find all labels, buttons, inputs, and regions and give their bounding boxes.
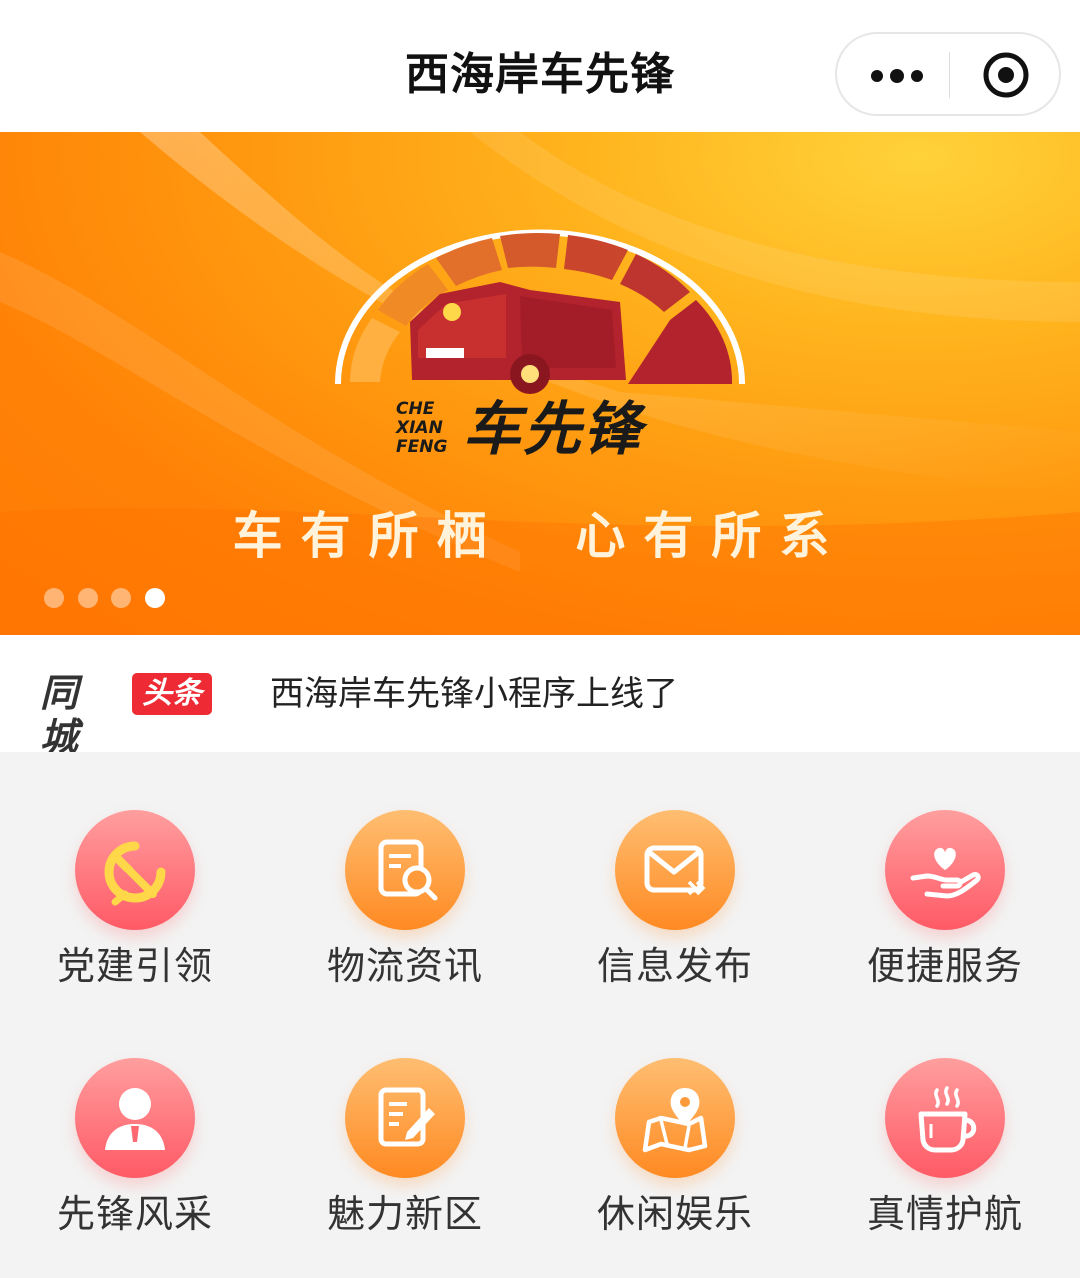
person-avatar-icon — [105, 1088, 165, 1150]
menu-item-vanguard-showcase[interactable]: 先锋风采 — [0, 1056, 270, 1278]
heart-hand-icon — [910, 847, 981, 899]
menu-item-label: 便捷服务 — [866, 944, 1023, 988]
nav-header: 西海岸车先锋 — [0, 0, 1080, 132]
banner-slogan: 车有所栖 心有所系 — [232, 506, 848, 565]
mini-program-capsule — [835, 32, 1061, 116]
carousel-dot-active[interactable] — [145, 588, 165, 608]
document-edit-icon — [378, 1087, 435, 1147]
banner-carousel[interactable]: CHE XIAN FENG 车先锋 车有所栖 心有所系 — [0, 132, 1080, 635]
menu-item-logistics-news[interactable]: 物流资讯 — [270, 808, 540, 1048]
brand-pinyin: CHE XIAN FENG — [396, 400, 466, 457]
close-button[interactable] — [950, 34, 1061, 114]
menu-item-icon-bg — [345, 1058, 465, 1178]
brand-pinyin-line: XIAN — [396, 418, 443, 438]
menu-item-icon-bg — [885, 1058, 1005, 1178]
carousel-dot[interactable] — [78, 588, 98, 608]
menu-item-label: 魅力新区 — [326, 1192, 483, 1236]
hammer-sickle-icon — [104, 841, 166, 906]
news-ticker: 同城 头条 西海岸车先锋小程序上线了 — [0, 635, 1080, 759]
more-button[interactable] — [837, 34, 949, 114]
menu-item-icon-bg — [885, 810, 1005, 930]
menu-item-info-publish[interactable]: 信息发布 — [540, 808, 810, 1048]
map-pin-icon — [642, 1088, 708, 1153]
menu-item-icon-bg — [75, 1058, 195, 1178]
menu-item-icon-bg — [615, 810, 735, 930]
menu-grid: 党建引领 物流资讯 信息发布 便捷服务 先锋风采 魅力新区 休闲娱乐 真情护航 — [0, 752, 1080, 1278]
menu-item-heartfelt-escort[interactable]: 真情护航 — [810, 1056, 1080, 1278]
coffee-cup-icon — [918, 1086, 977, 1153]
news-brand-city: 同城 — [40, 671, 80, 759]
menu-item-label: 党建引领 — [56, 944, 213, 988]
carousel-dot[interactable] — [44, 588, 64, 608]
brand-pinyin-line: FENG — [396, 437, 448, 457]
menu-item-label: 先锋风采 — [56, 1192, 213, 1236]
news-headline[interactable]: 西海岸车先锋小程序上线了 — [270, 671, 678, 717]
menu-item-icon-bg — [345, 810, 465, 930]
brand-pinyin-line: CHE — [396, 399, 435, 419]
document-search-icon — [378, 839, 438, 901]
menu-item-label: 物流资讯 — [326, 944, 483, 988]
menu-item-party-building[interactable]: 党建引领 — [0, 808, 270, 1048]
menu-item-leisure[interactable]: 休闲娱乐 — [540, 1056, 810, 1278]
envelope-send-icon — [644, 845, 706, 896]
menu-item-label: 休闲娱乐 — [596, 1192, 753, 1236]
carousel-dot[interactable] — [111, 588, 131, 608]
menu-item-convenience-service[interactable]: 便捷服务 — [810, 808, 1080, 1048]
target-close-icon — [983, 52, 1029, 98]
menu-item-icon-bg — [615, 1058, 735, 1178]
news-brand-tag: 头条 — [132, 673, 212, 715]
menu-item-label: 真情护航 — [866, 1192, 1023, 1236]
menu-item-label: 信息发布 — [596, 944, 753, 988]
menu-item-icon-bg — [75, 810, 195, 930]
menu-item-charming-district[interactable]: 魅力新区 — [270, 1056, 540, 1278]
brand-name: 车先锋 — [463, 395, 644, 463]
